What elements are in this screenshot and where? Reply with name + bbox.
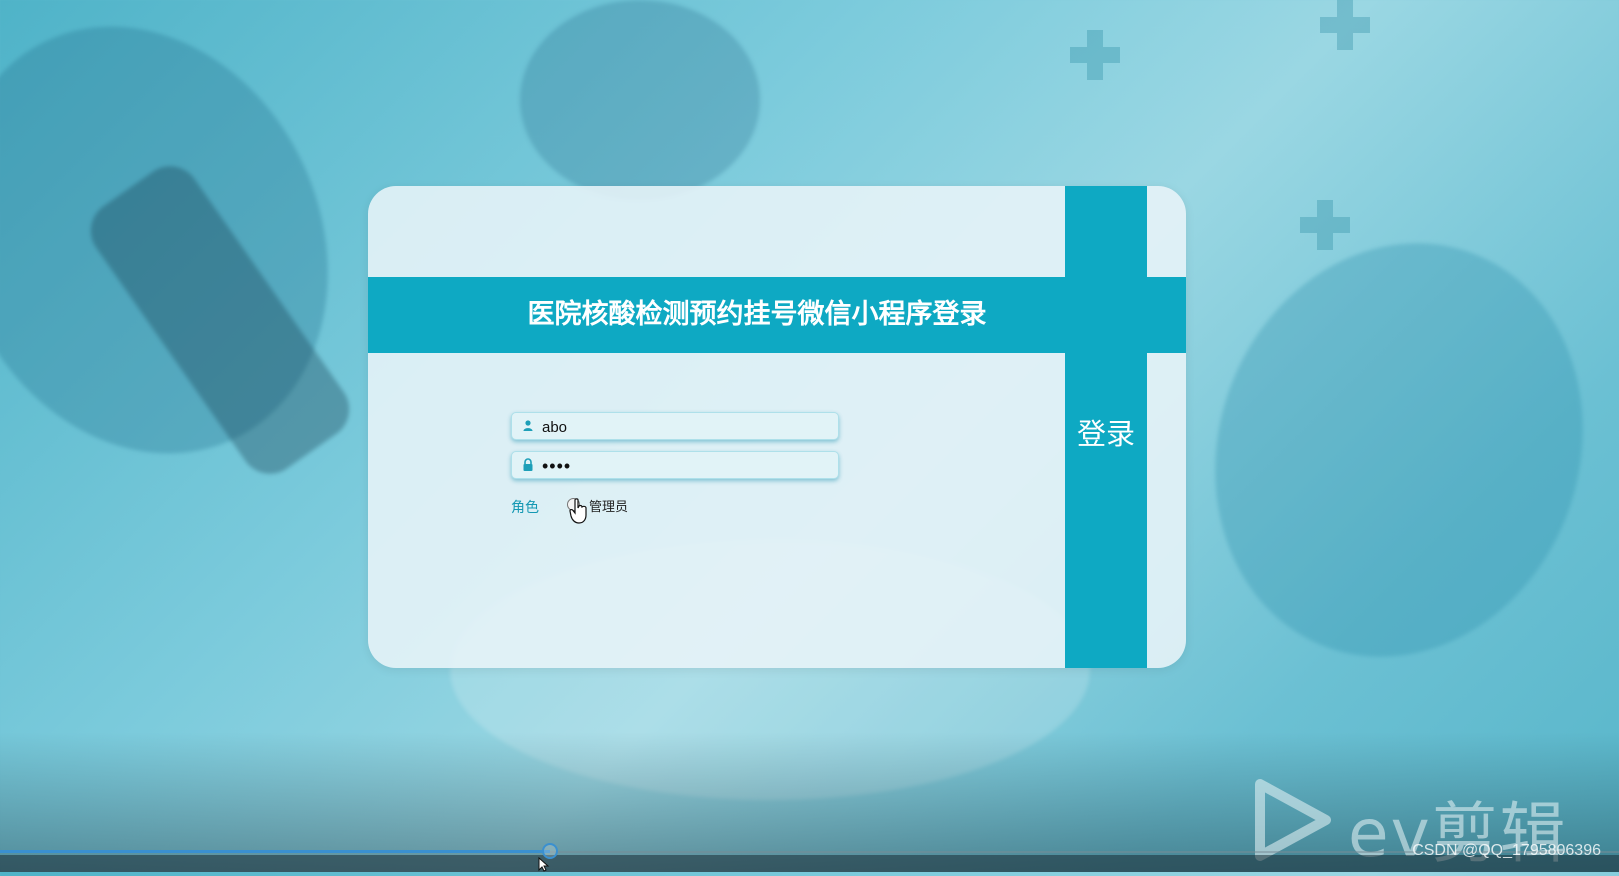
hand-cursor-icon <box>569 498 587 524</box>
background-shadow-shape <box>520 0 760 200</box>
medical-cross-icon <box>1070 30 1120 80</box>
medical-cross-icon <box>1300 200 1380 280</box>
background-glove-shape <box>1158 191 1619 709</box>
lock-icon <box>523 458 533 471</box>
login-button-label: 登录 <box>1076 419 1135 451</box>
username-input[interactable] <box>540 415 834 439</box>
login-card: 医院核酸检测预约挂号微信小程序登录 登录 角色 管理员 <box>368 186 1186 668</box>
login-button[interactable]: 登录 <box>1065 186 1147 668</box>
video-progress-fill <box>0 850 551 853</box>
medical-cross-icon <box>1320 0 1370 50</box>
user-icon <box>523 420 533 431</box>
csdn-credit: CSDN @QQ_1795806396 <box>1412 842 1601 859</box>
arrow-cursor-icon <box>538 857 550 872</box>
password-input[interactable] <box>540 454 834 478</box>
video-controls-bar <box>0 855 1619 872</box>
password-field[interactable] <box>511 451 839 479</box>
username-field[interactable] <box>511 412 839 440</box>
ev-play-logo-icon <box>1255 779 1331 861</box>
role-label: 角色 <box>511 500 539 516</box>
role-option-label[interactable]: 管理员 <box>589 496 628 515</box>
page-title: 医院核酸检测预约挂号微信小程序登录 <box>527 299 987 330</box>
